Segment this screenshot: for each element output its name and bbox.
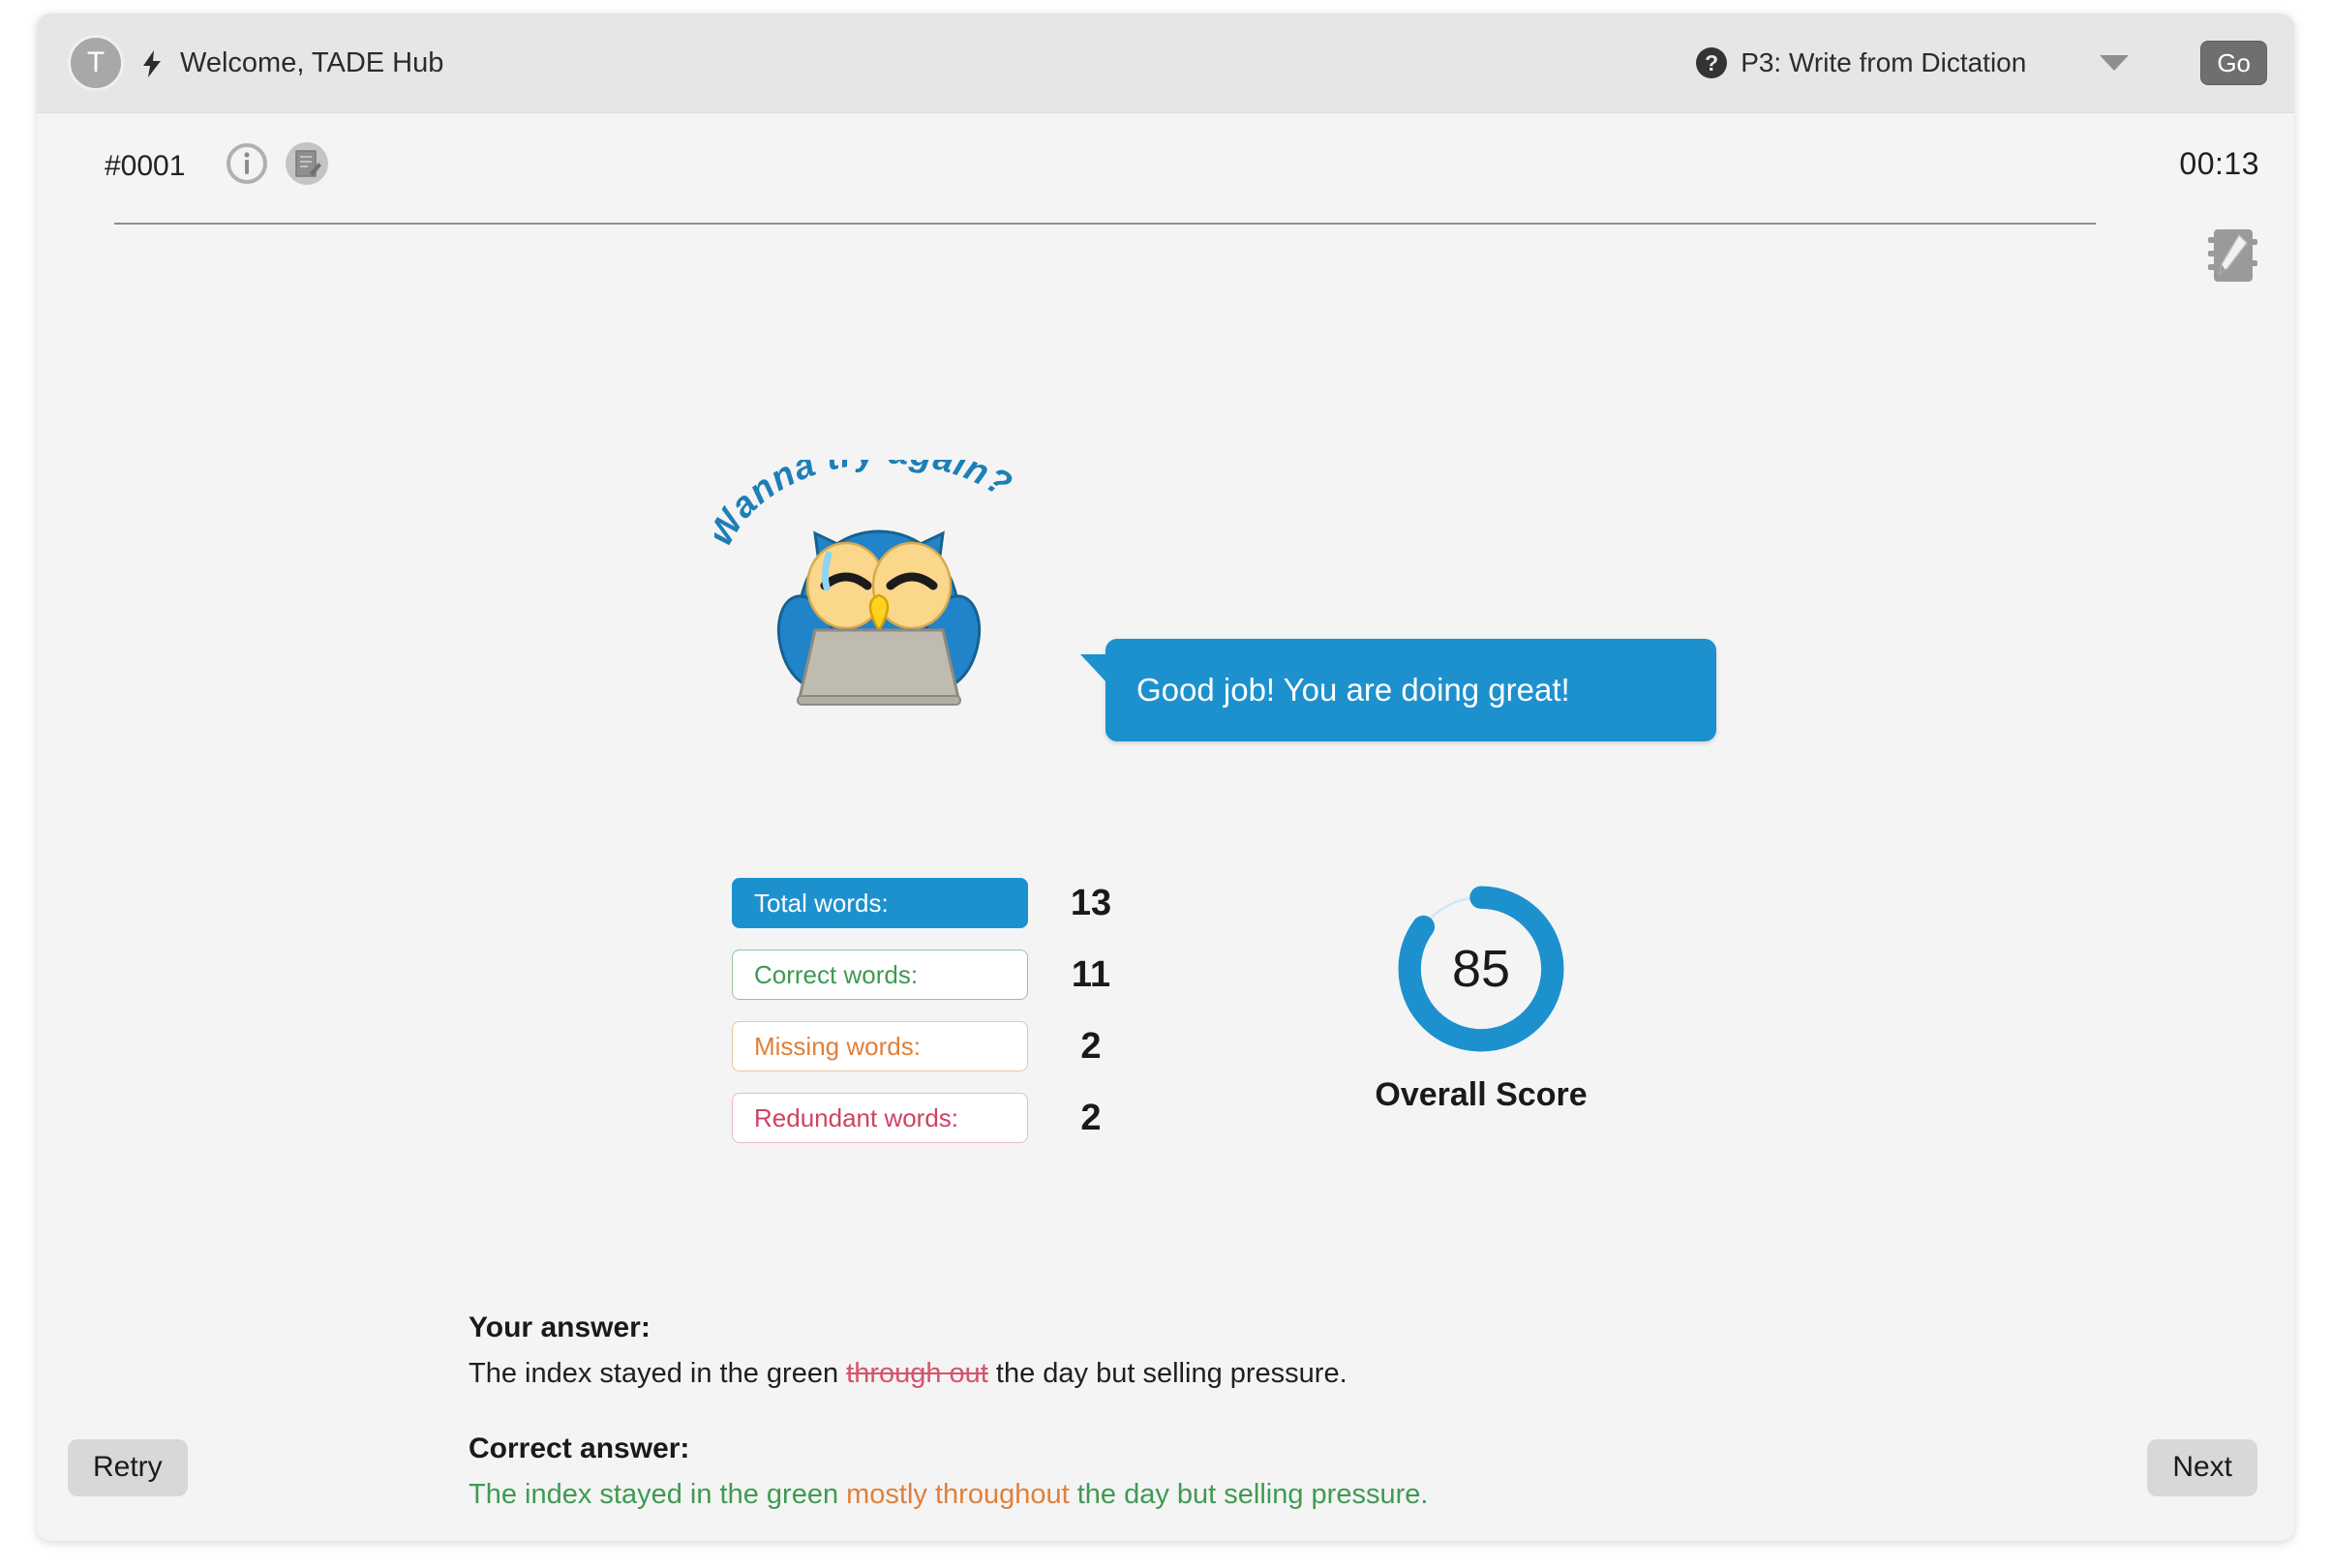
welcome-text: Welcome, TADE Hub	[180, 46, 444, 78]
item-number: #0001	[105, 150, 186, 182]
stat-value-missing: 2	[1080, 1025, 1102, 1067]
score-value: 85	[1452, 940, 1510, 998]
stat-row-correct: Correct words: 11	[732, 950, 1177, 1000]
encouragement-text: Good job! You are doing great!	[1136, 672, 1570, 708]
overall-score-widget: 85 Overall Score	[1317, 882, 1646, 1114]
countdown-timer: 00:13	[2179, 146, 2259, 181]
your-answer-redundant: through out	[846, 1358, 988, 1389]
next-button[interactable]: Next	[2147, 1439, 2257, 1496]
info-icon[interactable]	[226, 142, 268, 185]
your-answer-heading: Your answer:	[469, 1312, 651, 1343]
stat-label-redundant: Redundant words:	[732, 1093, 1028, 1143]
app-window: T Welcome, TADE Hub ? P3: Write from Dic…	[37, 14, 2294, 1541]
toolbar-divider	[114, 223, 2096, 225]
score-donut-chart: 85	[1398, 886, 1564, 1052]
stat-value-redundant: 2	[1080, 1097, 1102, 1138]
task-select-label[interactable]: P3: Write from Dictation	[1741, 47, 2026, 78]
stat-row-total: Total words: 13	[732, 878, 1177, 928]
results-content: Wanna try again?	[37, 227, 2294, 1510]
note-edit-icon[interactable]	[286, 142, 328, 185]
go-button[interactable]: Go	[2200, 40, 2267, 86]
question-mark-icon[interactable]: ?	[1696, 47, 1728, 78]
your-answer-part1: The index stayed in the green	[469, 1358, 847, 1389]
retry-button[interactable]: Retry	[68, 1439, 188, 1496]
encouragement-bubble: Good job! You are doing great!	[1080, 639, 1716, 741]
app-header: T Welcome, TADE Hub ? P3: Write from Dic…	[37, 14, 2294, 113]
stat-label-missing: Missing words:	[732, 1021, 1028, 1071]
item-toolbar: #0001 00:13	[37, 113, 2294, 282]
footer-bar: Retry Next	[37, 1418, 2294, 1541]
stat-row-missing: Missing words: 2	[732, 1021, 1177, 1071]
header-right-group: ? P3: Write from Dictation Go	[1696, 14, 2267, 112]
chevron-down-icon[interactable]	[2100, 55, 2130, 71]
stat-value-total: 13	[1070, 882, 1112, 923]
stat-row-redundant: Redundant words: 2	[732, 1093, 1177, 1143]
your-answer-text: The index stayed in the green through ou…	[469, 1358, 2114, 1390]
stat-label-total: Total words:	[732, 878, 1028, 928]
owl-with-laptop-icon: Wanna try again?	[700, 432, 1044, 721]
stat-label-correct: Correct words:	[732, 950, 1028, 1000]
overall-score-label: Overall Score	[1375, 1076, 1588, 1113]
word-stats-list: Total words: 13 Correct words: 11 Missin…	[732, 878, 1177, 1164]
lightning-bolt-icon	[141, 50, 163, 77]
stat-value-correct: 11	[1071, 953, 1111, 995]
your-answer-part2: the day but selling pressure.	[987, 1358, 1347, 1389]
header-left-group: T Welcome, TADE Hub	[68, 14, 443, 112]
avatar[interactable]: T	[68, 35, 124, 91]
